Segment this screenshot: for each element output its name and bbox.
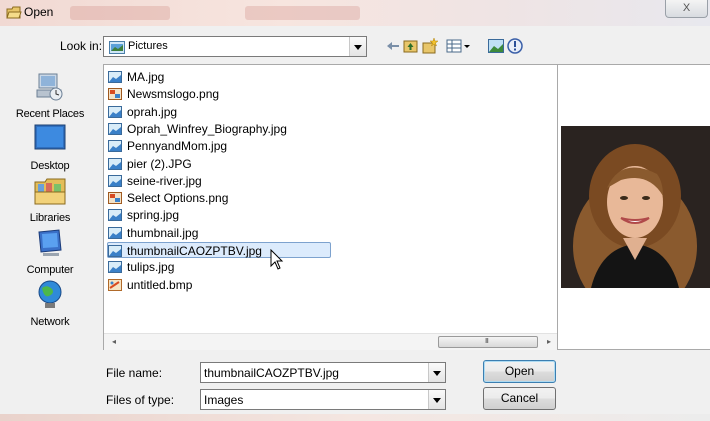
file-name: pier (2).JPG [127, 156, 192, 171]
filetype-label: Files of type: [106, 393, 175, 407]
chevron-down-icon[interactable] [349, 37, 366, 56]
file-name: tulips.jpg [127, 260, 175, 275]
file-list[interactable]: MA.jpg Newsmslogo.png oprah.jpg Oprah_Winfr… [103, 64, 558, 350]
background-tab [245, 6, 360, 20]
file-name: thumbnailCAOZPTBV.jpg [127, 244, 262, 258]
file-name: thumbnail.jpg [127, 225, 199, 240]
file-name: MA.jpg [127, 70, 165, 84]
file-row[interactable]: Oprah_Winfrey_Biography.jpg [108, 121, 287, 137]
file-row[interactable]: seine-river.jpg [108, 173, 202, 189]
filename-value: thumbnailCAOZPTBV.jpg [204, 366, 339, 380]
scrollbar-grip: III [485, 338, 489, 345]
jpg-file-icon [108, 226, 122, 239]
bmp-file-icon [108, 278, 122, 291]
view-menu-icon[interactable] [446, 37, 472, 55]
jpg-file-icon [108, 174, 122, 187]
preview-image [561, 126, 710, 288]
file-row[interactable]: PennyandMom.jpg [108, 138, 227, 154]
chevron-down-icon[interactable] [428, 363, 445, 382]
png-file-icon [108, 88, 122, 101]
place-recent-places[interactable]: Recent Places [8, 70, 92, 120]
chevron-down-icon[interactable] [428, 390, 445, 409]
place-network[interactable]: Network [8, 278, 92, 328]
place-libraries[interactable]: Libraries [8, 174, 92, 224]
lookin-dropdown[interactable]: Pictures [103, 36, 367, 57]
help-icon[interactable] [506, 37, 524, 55]
file-row[interactable]: pier (2).JPG [108, 156, 192, 172]
mouse-cursor-icon [270, 249, 284, 270]
cancel-button[interactable]: Cancel [483, 387, 556, 410]
jpg-file-icon [108, 122, 122, 135]
open-button[interactable]: Open [483, 360, 556, 383]
place-label: Network [30, 316, 70, 328]
pictures-folder-icon [109, 41, 125, 54]
file-row[interactable]: spring.jpg [108, 207, 179, 223]
preview-toggle-icon[interactable] [487, 37, 505, 55]
file-name: Oprah_Winfrey_Biography.jpg [127, 121, 287, 136]
file-row[interactable]: Newsmslogo.png [108, 86, 219, 102]
place-desktop[interactable]: Desktop [8, 122, 92, 172]
lookin-label: Look in: [60, 39, 103, 53]
file-name: spring.jpg [127, 208, 180, 223]
file-row[interactable]: oprah.jpg [108, 104, 177, 120]
close-button[interactable]: X [665, 0, 708, 18]
file-name: oprah.jpg [127, 104, 178, 119]
window-title: Open [24, 5, 54, 19]
computer-icon [38, 229, 62, 256]
back-arrow-icon[interactable] [384, 37, 402, 55]
jpg-file-icon [108, 261, 122, 274]
background-tab [70, 6, 170, 20]
horizontal-scrollbar[interactable]: ◂ III ▸ [104, 333, 557, 350]
scrollbar-thumb[interactable]: III [438, 336, 538, 348]
title-bar: Open X [0, 0, 710, 26]
jpg-file-icon [108, 157, 122, 170]
filename-label: File name: [106, 366, 163, 380]
jpg-file-icon [108, 140, 122, 153]
new-folder-icon[interactable] [421, 37, 439, 55]
open-folder-icon [6, 6, 22, 19]
jpg-file-icon [108, 209, 122, 222]
jpg-file-icon [108, 105, 122, 118]
file-row[interactable]: tulips.jpg [108, 259, 174, 275]
file-row[interactable]: untitled.bmp [108, 277, 192, 293]
libraries-icon [34, 178, 66, 205]
desktop-icon [34, 124, 66, 150]
recent-places-icon [36, 73, 63, 101]
file-name: Select Options.png [127, 191, 229, 206]
place-label: Recent Places [15, 108, 85, 120]
place-computer[interactable]: Computer [8, 226, 92, 276]
jpg-file-icon [108, 245, 122, 257]
file-row-selected[interactable]: thumbnailCAOZPTBV.jpg [107, 242, 331, 258]
place-label: Libraries [29, 212, 71, 224]
window-bottom-edge [0, 414, 710, 421]
file-name: PennyandMom.jpg [127, 139, 228, 154]
scroll-right-button[interactable]: ▸ [541, 334, 557, 350]
filename-field[interactable]: thumbnailCAOZPTBV.jpg [200, 362, 446, 383]
file-name: seine-river.jpg [127, 173, 202, 188]
file-name: untitled.bmp [127, 277, 193, 292]
scroll-left-button[interactable]: ◂ [106, 334, 122, 350]
place-label: Desktop [30, 160, 70, 172]
file-row[interactable]: Select Options.png [108, 190, 228, 206]
filetype-value: Images [204, 393, 244, 407]
filetype-dropdown[interactable]: Images [200, 389, 446, 410]
png-file-icon [108, 192, 122, 205]
up-folder-icon[interactable] [402, 37, 420, 55]
lookin-value: Pictures [128, 40, 168, 52]
file-row[interactable]: MA.jpg [108, 69, 164, 85]
network-icon [38, 280, 62, 308]
jpg-file-icon [108, 71, 122, 83]
file-name: Newsmslogo.png [127, 87, 220, 102]
file-row[interactable]: thumbnail.jpg [108, 225, 198, 241]
place-label: Computer [26, 264, 74, 276]
